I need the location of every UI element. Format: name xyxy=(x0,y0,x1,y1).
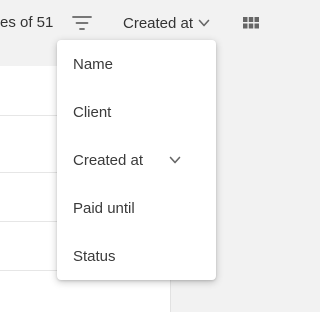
filter-icon xyxy=(72,16,92,30)
sort-option-paid-until[interactable]: Paid until xyxy=(57,188,216,228)
pagination-summary: es of 51 xyxy=(0,14,54,31)
filter-button[interactable] xyxy=(70,12,94,34)
chevron-down-icon xyxy=(198,19,210,27)
sort-option-created-at[interactable]: Created at xyxy=(57,140,216,180)
chevron-down-icon xyxy=(169,156,181,164)
grid-view-button[interactable] xyxy=(240,12,262,34)
sort-label: Created at xyxy=(123,14,194,32)
sort-option-label: Paid until xyxy=(73,199,135,217)
sort-dropdown-button[interactable]: Created at xyxy=(119,10,211,36)
sort-option-name[interactable]: Name xyxy=(57,44,216,84)
sort-option-label: Client xyxy=(73,103,112,121)
sort-option-label: Status xyxy=(73,247,116,265)
sort-option-label: Created at xyxy=(73,151,144,169)
grid-view-icon xyxy=(243,17,259,29)
sort-option-status[interactable]: Status xyxy=(57,236,216,276)
sort-option-label: Name xyxy=(73,55,114,73)
sort-menu: Name Client Created at Paid until Status xyxy=(57,40,216,280)
sort-option-client[interactable]: Client xyxy=(57,92,216,132)
